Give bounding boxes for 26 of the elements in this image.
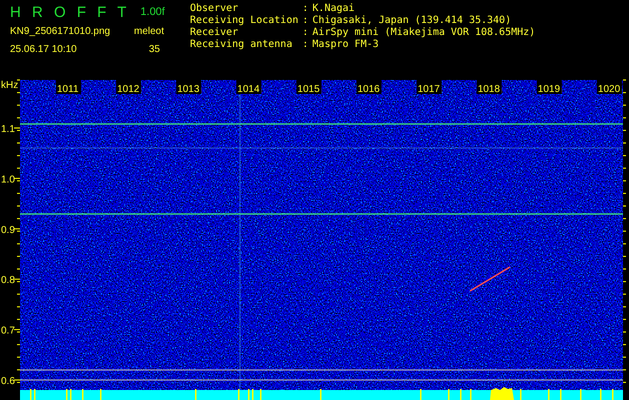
info-value: AirSpy mini (Miakejima VOR 108.65MHz) <box>312 27 536 39</box>
info-label: Receiving antenna <box>190 39 294 51</box>
info-label: Receiver <box>190 27 240 39</box>
axis-label: 1.1 <box>1 124 15 135</box>
axis-label: 0.9 <box>1 224 15 236</box>
version-text: 1.00f <box>140 6 165 18</box>
info-value: K.Nagai <box>312 3 356 15</box>
timestamp-text: 25.06.17 10:10 <box>10 44 77 54</box>
separator-text: : <box>302 39 308 51</box>
separator-text: : <box>302 15 308 27</box>
filename-text: KN9_2506171010.png <box>10 26 110 36</box>
app-title: H R O F F T <box>10 4 126 20</box>
info-label: Receiving Location <box>190 15 298 27</box>
axis-label: 0.6 <box>1 376 15 387</box>
count-text: 35 <box>148 44 161 54</box>
axis-unit: kHz <box>1 80 18 91</box>
separator-text: : <box>302 3 308 15</box>
axis-label: 0.7 <box>1 326 15 337</box>
info-label: Observer <box>190 3 240 15</box>
mode-label: meleot <box>134 26 164 36</box>
separator-text: : <box>302 27 308 39</box>
axis-label: 1014 <box>236 80 262 95</box>
info-value: Chigasaki, Japan (139.414 35.340) <box>312 15 512 27</box>
axis-label: 1.0 <box>1 174 15 186</box>
info-value: Maspro FM-3 <box>312 39 380 51</box>
axis-label: 0.8 <box>1 275 15 286</box>
